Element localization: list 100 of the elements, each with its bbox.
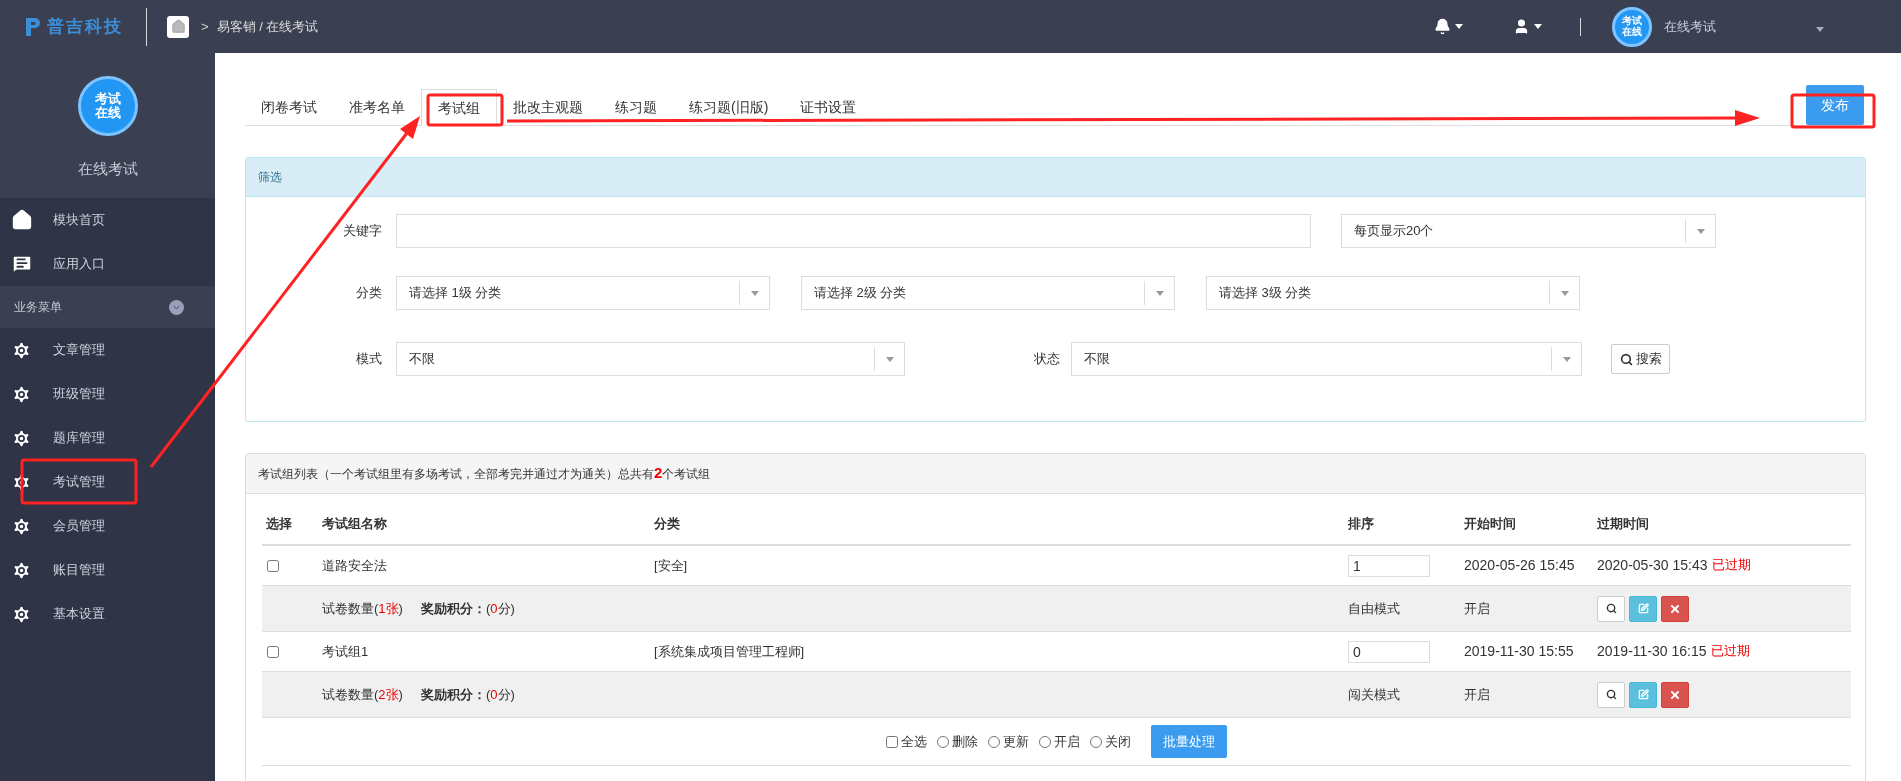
- column-header: 开始时间: [1463, 515, 1517, 534]
- close-icon: [1669, 688, 1681, 701]
- menu-section-header[interactable]: 业务菜单: [0, 286, 215, 328]
- caret-icon: [1534, 24, 1542, 29]
- close-icon: [1669, 602, 1681, 615]
- panel-title: 筛选: [258, 169, 282, 186]
- sidebar-item[interactable]: 基本设置: [0, 592, 215, 636]
- caret-icon: [1696, 228, 1705, 234]
- order-input[interactable]: 0: [1348, 640, 1430, 663]
- table-cell-text: [系统集成项目管理工程师]: [653, 642, 806, 661]
- checkbox-label: 全选: [901, 732, 927, 751]
- field-label: 关键字: [342, 222, 383, 241]
- edit-icon: [1637, 603, 1649, 614]
- column-header: 分类: [653, 515, 681, 534]
- select-field[interactable]: 不限: [396, 342, 905, 376]
- avatar-logo: 考试 在线: [1612, 6, 1652, 47]
- search-button[interactable]: 搜索: [1611, 344, 1670, 374]
- paper-count: 试卷数量(1张): [322, 599, 403, 618]
- table-cell-text: 闯关模式: [1347, 685, 1401, 704]
- action-radio[interactable]: [937, 735, 949, 748]
- breadcrumb-separator: >: [201, 17, 209, 36]
- caret-icon: [1562, 356, 1571, 362]
- search-icon: [1619, 352, 1633, 366]
- tab[interactable]: 批改主观题: [497, 89, 599, 125]
- caret-icon: [885, 356, 894, 362]
- view-button[interactable]: [1597, 681, 1625, 708]
- panel-title: 考试组列表（一个考试组里有多场考试，全部考完并通过才为通关）总共有2个考试组: [258, 463, 711, 484]
- table-cell-text: 道路安全法: [321, 556, 388, 575]
- caret-icon: [750, 290, 759, 296]
- sidebar-item[interactable]: 账目管理: [0, 548, 215, 592]
- sidebar-item[interactable]: 文章管理: [0, 328, 215, 372]
- field-label: 状态: [1033, 350, 1061, 369]
- chat-icon: [11, 253, 33, 275]
- table-cell-text: 2019-11-30 15:55: [1463, 642, 1575, 661]
- keyword-input[interactable]: [396, 214, 1311, 248]
- breadcrumb: 易客销 / 在线考试: [216, 17, 319, 36]
- delete-button[interactable]: [1661, 595, 1689, 622]
- order-input[interactable]: 1: [1348, 554, 1430, 577]
- select-field[interactable]: 请选择 3级 分类: [1206, 276, 1580, 310]
- gear-icon: [11, 603, 32, 625]
- sidebar-item[interactable]: 会员管理: [0, 504, 215, 548]
- reward-points: 奖励积分：(0分): [420, 599, 515, 618]
- select-field[interactable]: 请选择 1级 分类: [396, 276, 770, 310]
- expired-label: 已过期: [1710, 642, 1750, 660]
- column-header: 排序: [1347, 515, 1375, 534]
- action-radio[interactable]: [988, 735, 1000, 748]
- radio-label: 开启: [1054, 732, 1080, 751]
- expired-label: 已过期: [1711, 556, 1751, 574]
- tab[interactable]: 练习题: [599, 89, 673, 125]
- column-header: 考试组名称: [321, 515, 388, 534]
- module-logo: 考试 在线: [77, 76, 138, 136]
- field-label: 模式: [355, 350, 383, 369]
- caret-icon: [1455, 24, 1463, 29]
- field-label: 分类: [355, 284, 383, 303]
- row-checkbox[interactable]: [267, 559, 279, 572]
- brand-name: 普吉科技: [47, 15, 123, 38]
- action-radio[interactable]: [1039, 735, 1051, 748]
- select-field[interactable]: 每页显示20个: [1341, 214, 1716, 248]
- delete-button[interactable]: [1661, 681, 1689, 708]
- tab[interactable]: 练习题(旧版): [673, 89, 785, 125]
- column-header: 选择: [265, 515, 293, 534]
- column-header: 过期时间: [1596, 515, 1650, 534]
- tab[interactable]: 准考名单: [333, 89, 421, 125]
- caret-icon: [1155, 290, 1164, 296]
- gear-icon: [11, 339, 32, 361]
- user-name[interactable]: 在线考试: [1664, 16, 1716, 37]
- gear-icon: [11, 515, 32, 537]
- caret-icon: [1816, 26, 1824, 32]
- home-button[interactable]: [167, 15, 189, 38]
- gear-icon: [11, 427, 32, 449]
- action-radio[interactable]: [1090, 735, 1102, 748]
- sidebar-item[interactable]: 应用入口: [0, 242, 215, 286]
- select-field[interactable]: 不限: [1071, 342, 1582, 376]
- table-cell-text: 2020-05-30 15:43: [1597, 556, 1708, 575]
- radio-label: 关闭: [1105, 732, 1131, 751]
- table-cell-text: 2020-05-26 15:45: [1463, 556, 1576, 575]
- select-all-checkbox[interactable]: [886, 735, 898, 748]
- home-icon: [11, 209, 33, 231]
- caret-icon: [1560, 290, 1569, 296]
- user-menu-button[interactable]: [1513, 18, 1542, 35]
- gear-icon: [11, 559, 32, 581]
- view-button[interactable]: [1597, 595, 1625, 622]
- logo-icon: [25, 16, 41, 37]
- select-field[interactable]: 请选择 2级 分类: [801, 276, 1175, 310]
- paper-count: 试卷数量(2张): [322, 685, 403, 704]
- gear-icon: [11, 383, 32, 405]
- table-cell-text: 开启: [1463, 599, 1491, 618]
- sidebar-item[interactable]: 模块首页: [0, 198, 215, 242]
- tab[interactable]: 证书设置: [784, 89, 873, 125]
- table-cell-text: 开启: [1463, 685, 1491, 704]
- tab[interactable]: 闭卷考试: [245, 89, 333, 125]
- radio-label: 删除: [952, 732, 978, 751]
- sidebar-item[interactable]: 考试管理: [0, 460, 215, 504]
- module-title: 在线考试: [77, 159, 138, 179]
- notifications-button[interactable]: [1434, 18, 1463, 35]
- search-icon: [1605, 689, 1617, 700]
- sidebar-item[interactable]: 题库管理: [0, 416, 215, 460]
- sidebar-item[interactable]: 班级管理: [0, 372, 215, 416]
- radio-label: 更新: [1003, 732, 1029, 751]
- row-checkbox[interactable]: [267, 645, 279, 658]
